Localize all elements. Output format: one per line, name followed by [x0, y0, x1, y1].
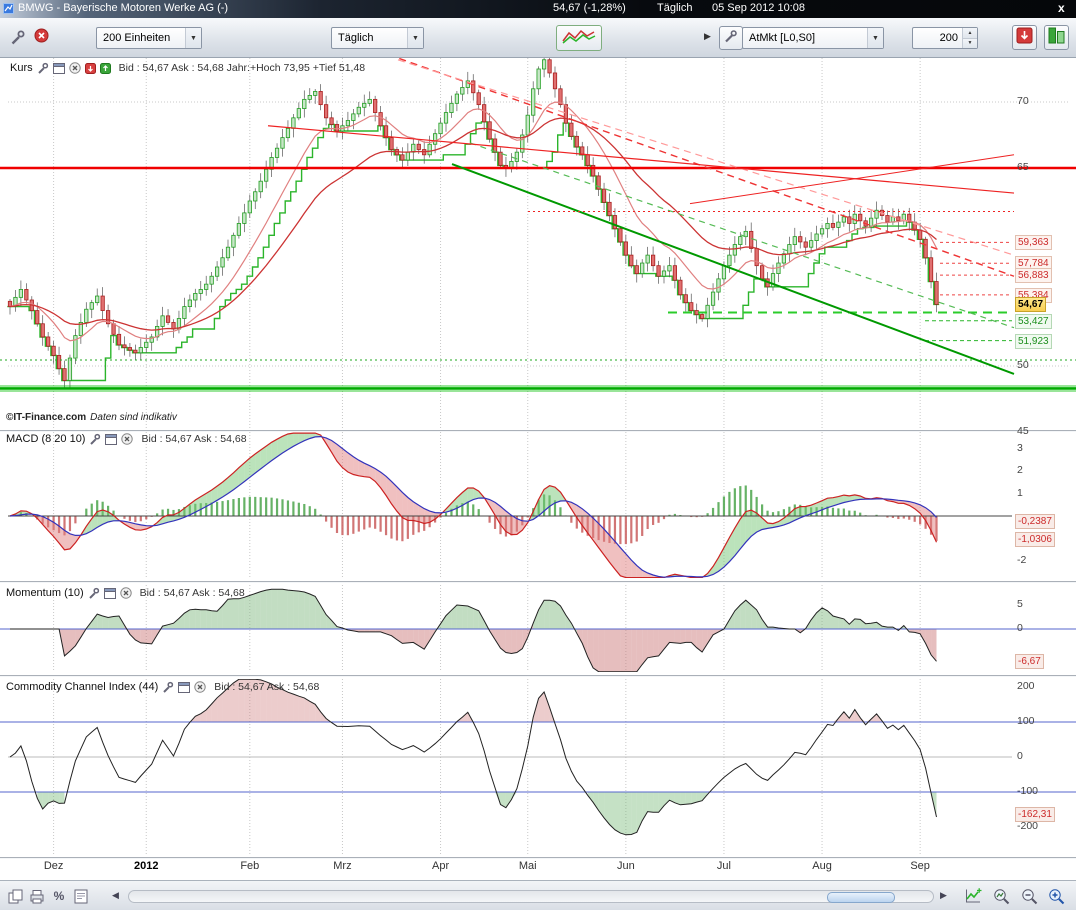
- app-window: BMWG - Bayerische Motoren Werke AG (-) 5…: [0, 0, 1076, 910]
- chevron-down-icon: ▼: [867, 28, 883, 48]
- scrollbar-thumb[interactable]: [827, 892, 895, 903]
- copyright-note: Daten sind indikativ: [90, 412, 177, 423]
- title-price: 54,67 (-1,28%): [553, 2, 626, 14]
- cci-chart-canvas[interactable]: [0, 679, 1076, 856]
- wrench-icon[interactable]: [89, 433, 101, 445]
- momentum-panel-header: Momentum (10) Bid : 54,67 Ask : 54,68: [6, 587, 245, 599]
- window-icon[interactable]: [53, 63, 65, 74]
- chart-style-icon: [561, 27, 597, 50]
- toolbar-close-icon[interactable]: [34, 28, 49, 48]
- window-icon[interactable]: [105, 434, 117, 445]
- wrench-icon: [724, 29, 738, 48]
- time-axis: Dez 2012 Feb Mrz Apr Mai Jun Jul Aug Sep: [0, 860, 1076, 876]
- split-green-icon: [1048, 27, 1065, 49]
- sell-arrow-icon[interactable]: [85, 63, 96, 74]
- month-label: Jun: [608, 860, 644, 872]
- momentum-bid-ask: Bid : 54,67 Ask : 54,68: [140, 587, 245, 599]
- macd-bid-ask: Bid : 54,67 Ask : 54,68: [141, 433, 246, 445]
- spinner-down-icon[interactable]: ▼: [963, 39, 977, 49]
- month-label: Jul: [706, 860, 742, 872]
- copyright-source: ©IT-Finance.com: [6, 412, 86, 423]
- price-panel-title: Kurs: [10, 62, 33, 74]
- close-icon[interactable]: [120, 587, 132, 599]
- units-dropdown-value: 200 Einheiten: [97, 32, 185, 44]
- close-icon[interactable]: [69, 62, 81, 74]
- panel-separator: [0, 430, 1076, 432]
- chart-add-icon[interactable]: [964, 887, 982, 905]
- scroll-right-button[interactable]: ▶: [940, 890, 947, 901]
- month-label: Feb: [232, 860, 268, 872]
- month-label: Dez: [36, 860, 72, 872]
- period-dropdown[interactable]: Täglich ▼: [331, 27, 424, 49]
- window-title: BMWG - Bayerische Motoren Werke AG (-): [18, 2, 228, 14]
- zoom-in-icon[interactable]: [1047, 887, 1065, 905]
- price-panel-header: Kurs Bid : 54,67 Ask : 54,68 Jahr:+Hoch …: [10, 62, 365, 74]
- cci-panel-header: Commodity Channel Index (44) Bid : 54,67…: [6, 681, 319, 693]
- title-bar: BMWG - Bayerische Motoren Werke AG (-) 5…: [0, 0, 1076, 18]
- arrow-down-red-icon: [1016, 27, 1033, 49]
- month-label: Mrz: [324, 860, 360, 872]
- order-type-dropdown[interactable]: AtMkt [L0,S0] ▼: [742, 27, 884, 49]
- panel-separator: [0, 857, 1076, 859]
- window-icon[interactable]: [104, 588, 116, 599]
- notes-icon[interactable]: [72, 887, 90, 905]
- settings-wrench-button[interactable]: [719, 26, 743, 50]
- order-type-value: AtMkt [L0,S0]: [743, 32, 867, 44]
- zoom-chart-icon[interactable]: [992, 887, 1010, 905]
- wrench-icon[interactable]: [162, 681, 174, 693]
- print-icon[interactable]: [28, 887, 46, 905]
- month-label: Mai: [510, 860, 546, 872]
- chevron-down-icon: ▼: [407, 28, 423, 48]
- zoom-out-icon[interactable]: [1020, 887, 1038, 905]
- horizontal-scrollbar[interactable]: [128, 890, 934, 903]
- buy-arrow-icon[interactable]: [100, 63, 111, 74]
- chevron-down-icon: ▼: [185, 28, 201, 48]
- copyright-notice: ©IT-Finance.com Daten sind indikativ: [6, 412, 177, 423]
- collapse-arrow-icon[interactable]: ▶: [704, 31, 711, 42]
- close-icon[interactable]: [194, 681, 206, 693]
- chart-style-button[interactable]: [556, 25, 602, 51]
- close-icon[interactable]: [121, 433, 133, 445]
- cci-bid-ask: Bid : 54,67 Ask : 54,68: [214, 681, 319, 693]
- wrench-icon[interactable]: [37, 62, 49, 74]
- scroll-left-button[interactable]: ◀: [112, 890, 119, 901]
- momentum-panel-title: Momentum (10): [6, 587, 84, 599]
- macd-chart-canvas[interactable]: [0, 432, 1076, 578]
- panel-separator: [0, 675, 1076, 677]
- title-period: Täglich: [657, 2, 692, 14]
- units-dropdown[interactable]: 200 Einheiten ▼: [96, 27, 202, 49]
- macd-panel-header: MACD (8 20 10) Bid : 54,67 Ask : 54,68: [6, 433, 247, 445]
- price-chart-canvas[interactable]: [0, 58, 1076, 430]
- period-dropdown-value: Täglich: [332, 32, 407, 44]
- cci-panel-title: Commodity Channel Index (44): [6, 681, 158, 693]
- sell-order-button[interactable]: [1012, 25, 1037, 50]
- window-icon[interactable]: [178, 682, 190, 693]
- window-close-button[interactable]: x: [1058, 1, 1065, 15]
- macd-panel-title: MACD (8 20 10): [6, 433, 85, 445]
- month-label: Sep: [902, 860, 938, 872]
- month-label: Apr: [423, 860, 459, 872]
- toolbar-wrench-icon[interactable]: [10, 29, 26, 50]
- panel-separator: [0, 581, 1076, 583]
- copy-icon[interactable]: [6, 887, 24, 905]
- percent-icon[interactable]: %: [50, 887, 68, 905]
- month-label: 2012: [128, 860, 164, 872]
- quantity-value: 200: [913, 32, 962, 44]
- price-bid-ask: Bid : 54,67 Ask : 54,68 Jahr:+Hoch 73,95…: [119, 62, 366, 74]
- app-icon: [3, 3, 14, 17]
- spinner-up-icon[interactable]: ▲: [963, 28, 977, 39]
- wrench-icon[interactable]: [88, 587, 100, 599]
- title-datetime: 05 Sep 2012 10:08: [712, 2, 805, 14]
- split-view-button[interactable]: [1044, 25, 1069, 50]
- quantity-stepper[interactable]: 200 ▲ ▼: [912, 27, 978, 49]
- main-toolbar: 200 Einheiten ▼ Täglich ▼ ▶ AtMkt [L0,S0…: [0, 18, 1076, 58]
- month-label: Aug: [804, 860, 840, 872]
- bottom-toolbar: % ◀ ▶: [0, 880, 1076, 910]
